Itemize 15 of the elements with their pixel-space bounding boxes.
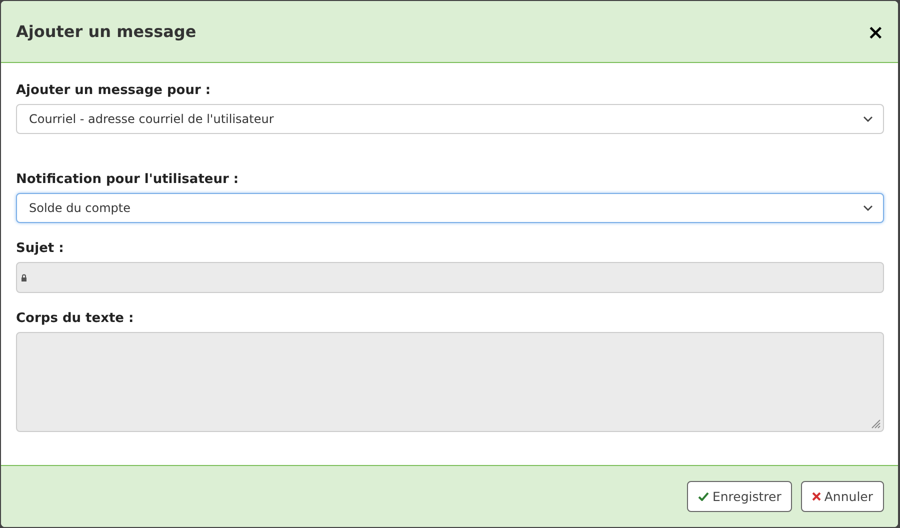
field-label: Corps du texte : (16, 311, 135, 326)
chevron-down-icon (863, 116, 873, 122)
field-label: Sujet : (16, 241, 65, 256)
close-button[interactable]: × (867, 22, 884, 42)
save-button[interactable]: Enregistrer (687, 481, 792, 512)
cancel-button[interactable]: Annuler (801, 481, 884, 512)
dialog-title: Ajouter un message (16, 22, 196, 41)
dropdown-field[interactable]: Courriel - adresse courriel de l'utilisateur (16, 104, 884, 134)
close-icon (812, 492, 822, 501)
dropdown-field[interactable]: Solde du compte (16, 193, 884, 223)
checkmark-icon (698, 492, 710, 501)
lock-icon (21, 274, 27, 282)
chevron-down-icon (863, 205, 873, 211)
field-label: Notification pour l'utilisateur : (16, 172, 240, 187)
field-label: Ajouter un message pour : (16, 83, 212, 98)
